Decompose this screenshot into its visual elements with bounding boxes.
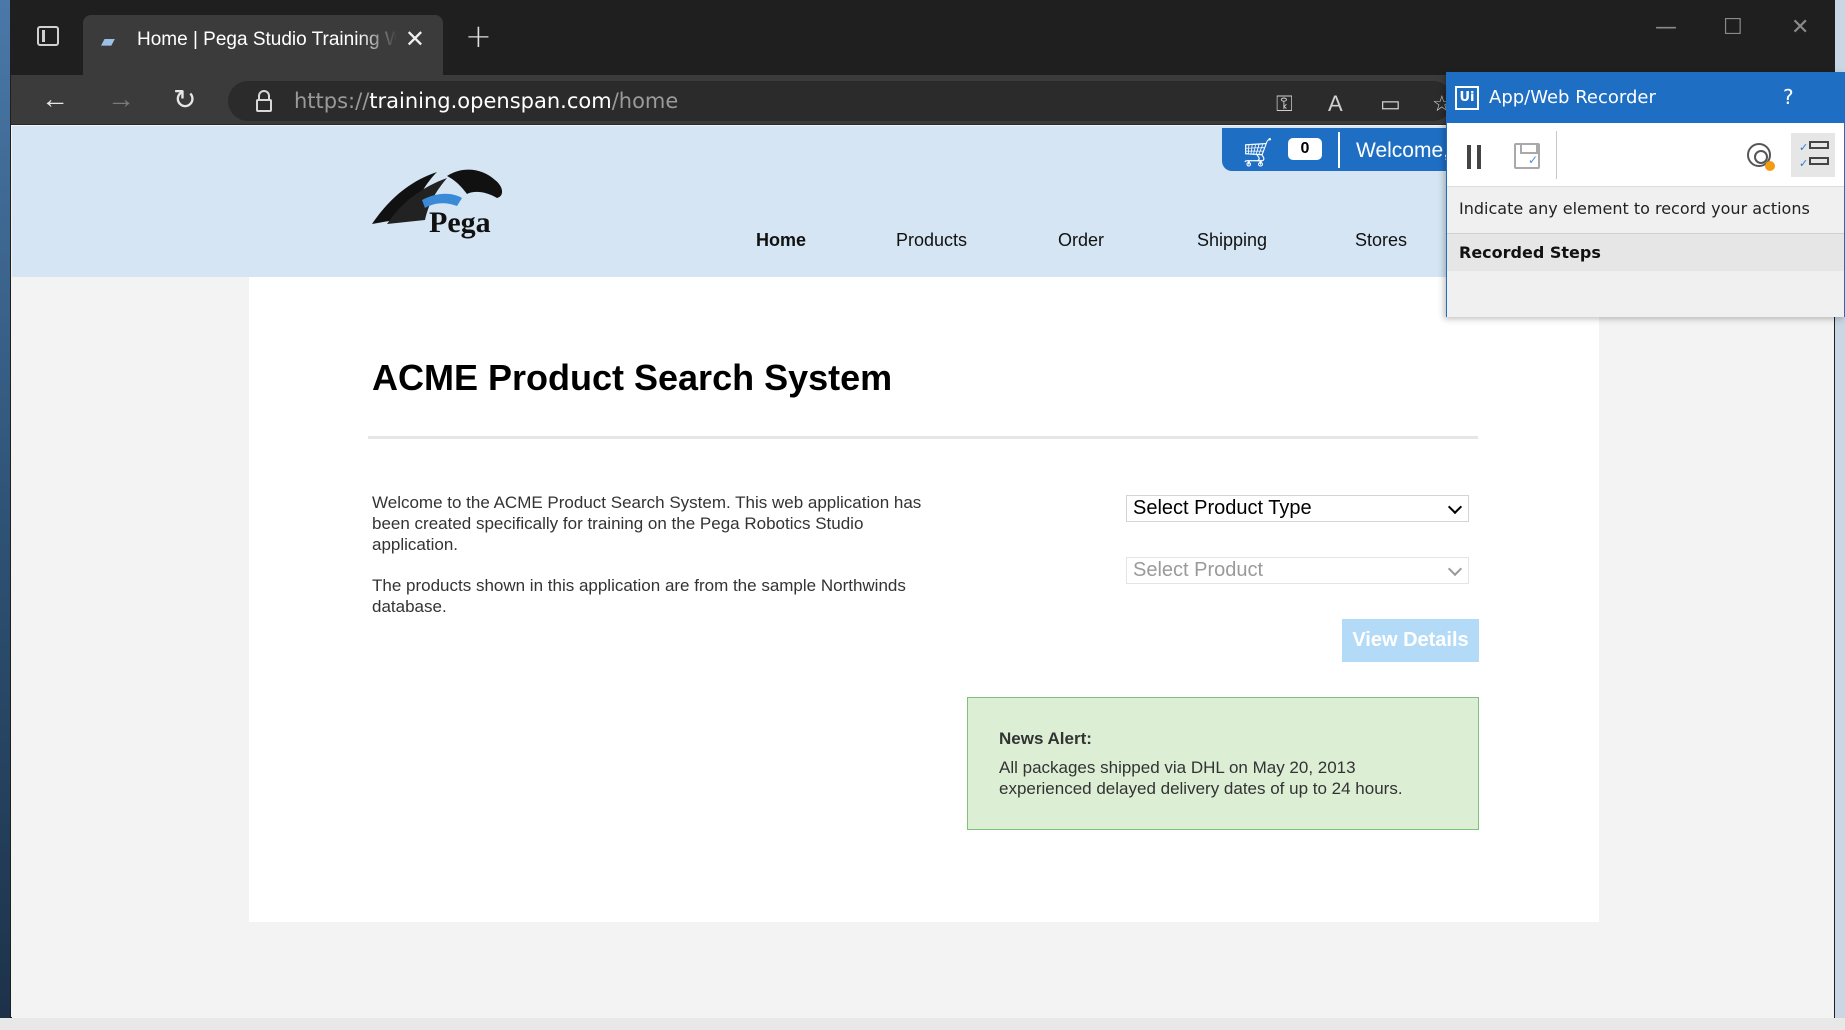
key-icon[interactable]: ⚿ [1276, 91, 1293, 117]
recorded-steps-list [1447, 271, 1844, 317]
new-tab-button[interactable]: + [465, 17, 492, 55]
help-button[interactable]: ? [1783, 85, 1794, 109]
cart-icon[interactable]: 🛒︎ [1240, 136, 1276, 169]
page-title: ACME Product Search System [372, 357, 893, 398]
url-text: https://training.openspan.com/home [294, 89, 679, 113]
content-card: ACME Product Search System Welcome to th… [249, 277, 1599, 922]
toolbar-divider [1556, 131, 1557, 179]
nav-shipping[interactable]: Shipping [1197, 230, 1267, 251]
refresh-button[interactable]: ↻ [173, 83, 196, 116]
product-type-select-value: Select Product Type [1133, 497, 1312, 519]
lock-icon[interactable] [256, 90, 272, 112]
recorded-steps-header: Recorded Steps [1447, 233, 1844, 271]
welcome-text: Welcome, [1356, 139, 1449, 162]
recorder-titlebar: Ui App/Web Recorder ? [1447, 73, 1844, 123]
cart-count-badge: 0 [1288, 138, 1322, 160]
intro-paragraph-1: Welcome to the ACME Product Search Syste… [372, 493, 922, 554]
product-select[interactable]: Select Product [1126, 557, 1469, 584]
recorded-steps-section: Recorded Steps [1447, 233, 1844, 317]
tab-close-icon[interactable]: ✕ [405, 25, 425, 53]
nav-order[interactable]: Order [1058, 230, 1104, 251]
cart-divider [1338, 132, 1340, 168]
tab-bar: ▰ Home | Pega Studio Training Web ✕ + — … [11, 1, 1834, 75]
save-icon[interactable] [1514, 143, 1540, 169]
uipath-logo-icon: Ui [1455, 86, 1479, 110]
intro-paragraph-2: The products shown in this application a… [372, 576, 906, 616]
app-web-recorder-panel: Ui App/Web Recorder ? ✓ ✓ Indicate any e… [1446, 72, 1845, 317]
target-icon[interactable] [1747, 143, 1775, 171]
taskbar-edge [0, 1018, 1845, 1030]
nav-stores[interactable]: Stores [1355, 230, 1407, 251]
news-alert: News Alert: All packages shipped via DHL… [967, 697, 1479, 830]
news-alert-body: All packages shipped via DHL on May 20, … [999, 758, 1403, 798]
logo-text: Pega [429, 206, 491, 239]
divider [368, 436, 1478, 439]
recorder-title: App/Web Recorder [1489, 87, 1656, 108]
minimize-button[interactable]: — [1655, 15, 1677, 40]
pega-favicon-icon: ▰ [101, 31, 115, 52]
nav-home[interactable]: Home [756, 230, 806, 251]
url-input[interactable]: https://training.openspan.com/home ⚿ A ▭… [228, 81, 1453, 121]
cart-bar: 🛒︎ 0 Welcome, [1222, 128, 1462, 171]
view-details-button[interactable]: View Details [1342, 619, 1479, 662]
recorder-toolbar: ✓ ✓ [1447, 123, 1844, 187]
close-window-button[interactable]: ✕ [1791, 15, 1809, 40]
news-alert-title: News Alert: [999, 729, 1092, 748]
chevron-down-icon [1447, 499, 1463, 515]
chevron-down-icon [1447, 561, 1463, 577]
recorder-hint: Indicate any element to record your acti… [1459, 199, 1810, 218]
tab-home[interactable]: ▰ Home | Pega Studio Training Web ✕ [83, 15, 443, 75]
maximize-button[interactable]: ☐ [1723, 15, 1743, 40]
nav-products[interactable]: Products [896, 230, 967, 251]
read-aloud-icon[interactable]: A [1328, 91, 1343, 117]
pega-logo: Pega [372, 169, 503, 239]
product-select-value: Select Product [1133, 559, 1264, 581]
product-type-select[interactable]: Select Product Type [1126, 495, 1469, 522]
intro-text: Welcome to the ACME Product Search Syste… [372, 492, 932, 617]
recorded-steps-icon[interactable]: ✓ ✓ [1791, 133, 1835, 177]
forward-button[interactable]: → [107, 83, 135, 115]
card-icon[interactable]: ▭ [1380, 91, 1401, 117]
tab-actions-icon[interactable] [37, 26, 59, 46]
tab-title: Home | Pega Studio Training Web [137, 29, 397, 50]
pause-icon[interactable] [1467, 145, 1481, 169]
back-button[interactable]: ← [41, 83, 69, 115]
